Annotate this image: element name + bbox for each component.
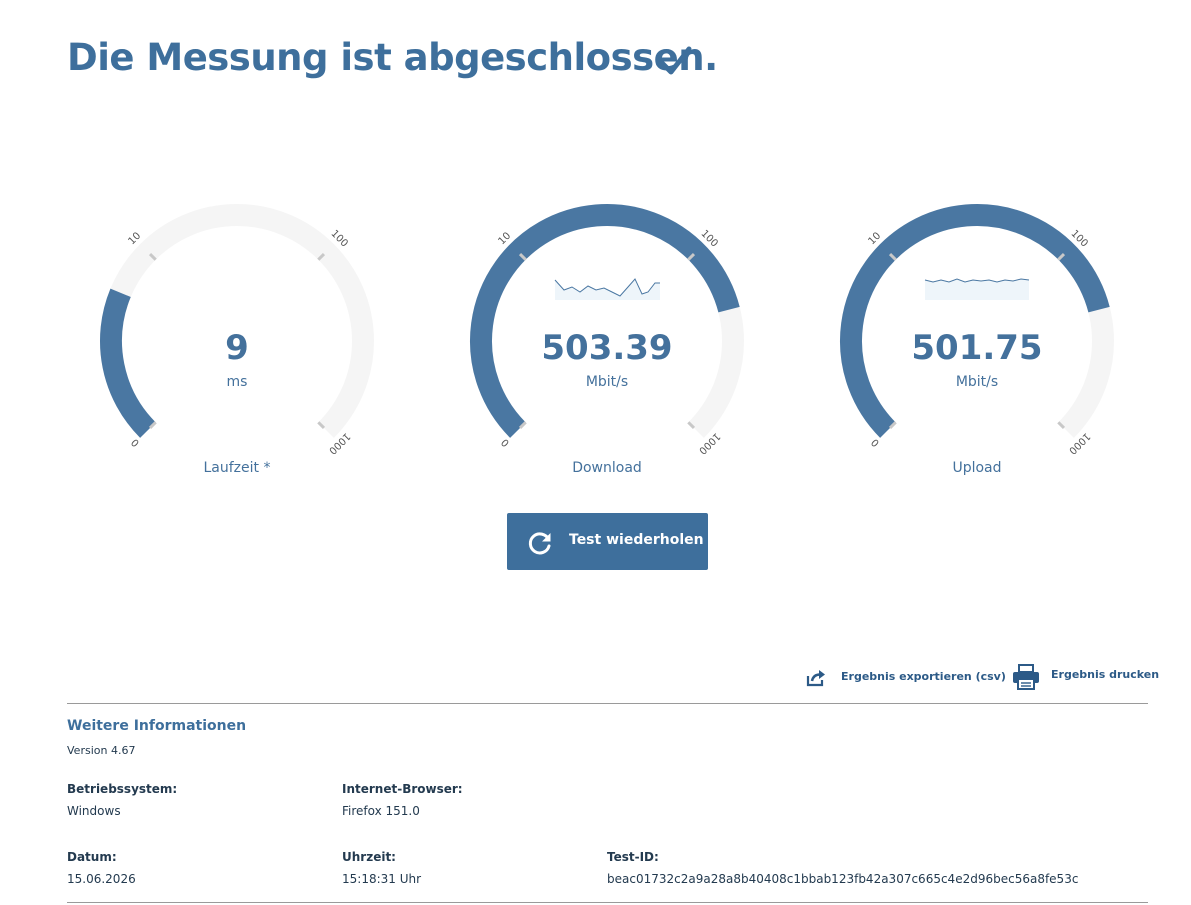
time-label: Uhrzeit: bbox=[342, 850, 396, 864]
os-value: Windows bbox=[67, 804, 121, 818]
browser-value: Firefox 151.0 bbox=[342, 804, 420, 818]
upload-unit: Mbit/s bbox=[955, 374, 999, 390]
repeat-test-label: Test wiederholen bbox=[569, 532, 704, 548]
latency-value: 9 bbox=[225, 328, 249, 368]
upload-label: Upload bbox=[952, 460, 1002, 476]
export-icon[interactable] bbox=[806, 668, 826, 688]
gauge-tick-label: 1000 bbox=[1066, 430, 1092, 456]
os-label: Betriebssystem: bbox=[67, 782, 178, 796]
latency-label: Laufzeit * bbox=[203, 460, 271, 476]
download-unit: Mbit/s bbox=[585, 374, 629, 390]
date-label: Datum: bbox=[67, 850, 117, 864]
latency-unit: ms bbox=[226, 374, 248, 390]
page-title: Die Messung ist abgeschlossen. bbox=[67, 36, 718, 79]
print-link[interactable]: Ergebnis drucken bbox=[1051, 668, 1159, 681]
info-heading: Weitere Informationen bbox=[67, 718, 247, 734]
gauge-fill bbox=[840, 204, 1110, 438]
upload-gauge: 0 10 100 1000 501.75 Mbit/s Upload bbox=[832, 196, 1122, 486]
divider bbox=[67, 902, 1148, 903]
upload-sparkline bbox=[924, 278, 1030, 300]
download-label: Download bbox=[572, 460, 642, 476]
gauge-tick-label: 1000 bbox=[326, 430, 352, 456]
download-gauge: 0 10 100 1000 503.39 Mbit/s Download bbox=[462, 196, 752, 486]
gauge-fill bbox=[470, 204, 740, 438]
browser-label: Internet-Browser: bbox=[342, 782, 463, 796]
print-icon[interactable] bbox=[1012, 664, 1040, 690]
export-csv-link[interactable]: Ergebnis exportieren (csv) bbox=[841, 670, 1006, 683]
repeat-test-button[interactable]: Test wiederholen bbox=[507, 513, 708, 570]
gauge-tick-label: 0 bbox=[128, 438, 140, 450]
gauge-track bbox=[100, 204, 374, 438]
time-value: 15:18:31 Uhr bbox=[342, 872, 422, 886]
download-sparkline bbox=[554, 278, 660, 300]
refresh-icon bbox=[528, 532, 551, 555]
gauge-tick-label: 1000 bbox=[696, 430, 722, 456]
latency-gauge: 0 10 100 1000 9 ms Laufzeit * bbox=[92, 196, 382, 486]
gauge-tick-label: 0 bbox=[498, 438, 510, 450]
divider bbox=[67, 703, 1148, 704]
upload-value: 501.75 bbox=[911, 328, 1043, 368]
version-text: Version 4.67 bbox=[67, 744, 136, 757]
checkmark-icon bbox=[658, 46, 692, 75]
download-value: 503.39 bbox=[541, 328, 673, 368]
test-id-value: beac01732c2a9a28a8b40408c1bbab123fb42a30… bbox=[607, 872, 1079, 886]
test-id-label: Test-ID: bbox=[607, 850, 659, 864]
gauge-tick-label: 0 bbox=[868, 438, 880, 450]
date-value: 15.06.2026 bbox=[67, 872, 136, 886]
